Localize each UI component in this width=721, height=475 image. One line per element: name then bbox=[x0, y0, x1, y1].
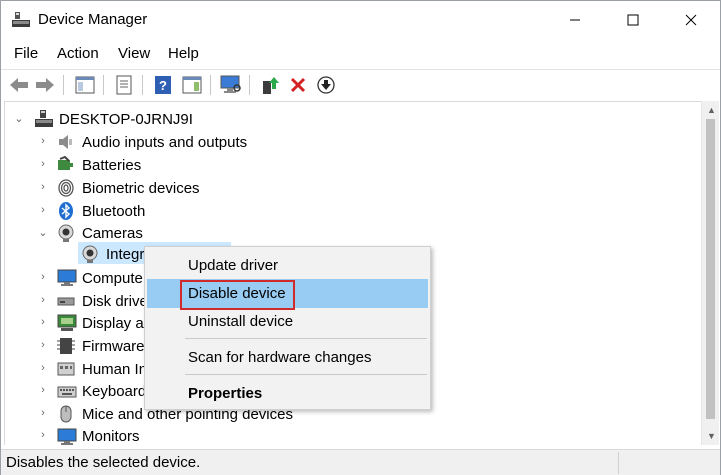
update-driver-icon[interactable] bbox=[258, 73, 282, 97]
annotation-highlight-box bbox=[180, 280, 295, 310]
ctx-separator bbox=[185, 338, 427, 339]
context-menu: Update driver Disable device Uninstall d… bbox=[144, 246, 431, 410]
webcam-icon bbox=[81, 245, 99, 263]
monitor-icon bbox=[57, 269, 77, 287]
status-text: Disables the selected device. bbox=[6, 454, 201, 471]
ctx-separator bbox=[185, 374, 427, 375]
tree-item-label[interactable]: Firmware bbox=[82, 338, 145, 355]
disk-drive-icon bbox=[57, 292, 75, 310]
chevron-down-icon[interactable]: ⌄ bbox=[13, 112, 25, 125]
toolbar-separator bbox=[142, 75, 143, 95]
menu-view[interactable]: View bbox=[118, 45, 150, 62]
uninstall-icon[interactable] bbox=[286, 73, 310, 97]
chevron-right-icon[interactable]: › bbox=[37, 384, 49, 396]
vertical-scrollbar[interactable]: ▲ ▼ bbox=[701, 101, 719, 445]
tree-item-label[interactable]: Disk drive bbox=[82, 293, 148, 310]
toolbar-separator bbox=[63, 75, 64, 95]
toolbar-separator bbox=[103, 75, 104, 95]
tree-item-label[interactable]: Monitors bbox=[82, 428, 140, 445]
ctx-uninstall-device[interactable]: Uninstall device bbox=[147, 307, 428, 336]
close-button[interactable] bbox=[668, 1, 714, 39]
status-divider bbox=[618, 452, 619, 474]
properties-icon[interactable] bbox=[112, 73, 136, 97]
back-arrow-icon[interactable] bbox=[7, 73, 31, 97]
ctx-scan-hardware[interactable]: Scan for hardware changes bbox=[147, 343, 428, 372]
action-pane-icon[interactable] bbox=[180, 73, 204, 97]
scroll-up-icon[interactable]: ▲ bbox=[707, 105, 716, 115]
show-hide-tree-icon[interactable] bbox=[73, 73, 97, 97]
menu-file[interactable]: File bbox=[14, 45, 38, 62]
tree-item-label[interactable]: Cameras bbox=[82, 225, 143, 242]
keyboard-icon bbox=[57, 383, 77, 401]
toolbar-separator bbox=[210, 75, 211, 95]
chevron-right-icon[interactable]: › bbox=[37, 158, 49, 170]
maximize-button[interactable] bbox=[610, 1, 656, 39]
chevron-right-icon[interactable]: › bbox=[37, 407, 49, 419]
tree-item-label[interactable]: Keyboard bbox=[82, 383, 146, 400]
tree-item-label[interactable]: Compute bbox=[82, 270, 143, 287]
ctx-properties[interactable]: Properties bbox=[147, 379, 428, 408]
tree-item-label[interactable]: Human In bbox=[82, 361, 147, 378]
toolbar-separator bbox=[249, 75, 250, 95]
minimize-button[interactable] bbox=[552, 1, 598, 39]
help-icon[interactable]: ? bbox=[151, 73, 175, 97]
menu-action[interactable]: Action bbox=[57, 45, 99, 62]
menu-help[interactable]: Help bbox=[168, 45, 199, 62]
chevron-right-icon[interactable]: › bbox=[37, 204, 49, 216]
disable-device-icon[interactable] bbox=[314, 73, 338, 97]
display-adapter-icon bbox=[57, 314, 77, 332]
forward-arrow-icon[interactable] bbox=[33, 73, 57, 97]
chevron-right-icon[interactable]: › bbox=[37, 316, 49, 328]
speaker-icon bbox=[57, 133, 75, 151]
svg-text:?: ? bbox=[159, 78, 167, 93]
monitor-icon bbox=[57, 428, 77, 445]
scan-hardware-icon[interactable] bbox=[219, 73, 243, 97]
chevron-right-icon[interactable]: › bbox=[37, 135, 49, 147]
chevron-right-icon[interactable]: › bbox=[37, 271, 49, 283]
bluetooth-icon bbox=[57, 202, 75, 220]
tree-root-label[interactable]: DESKTOP-0JRNJ9I bbox=[59, 111, 193, 128]
tree-item-label[interactable]: Biometric devices bbox=[82, 180, 200, 197]
chevron-right-icon[interactable]: › bbox=[37, 294, 49, 306]
chevron-right-icon[interactable]: › bbox=[37, 429, 49, 441]
ctx-update-driver[interactable]: Update driver bbox=[147, 251, 428, 280]
scrollbar-thumb[interactable] bbox=[706, 119, 715, 419]
title-bar: Device Manager bbox=[1, 1, 720, 39]
battery-icon bbox=[57, 155, 75, 174]
camera-icon bbox=[57, 224, 75, 242]
mouse-icon bbox=[57, 405, 75, 423]
chevron-down-icon[interactable]: ⌄ bbox=[37, 226, 49, 239]
toolbar: ? bbox=[1, 69, 720, 99]
tree-item-label[interactable]: Bluetooth bbox=[82, 203, 145, 220]
tree-item-label[interactable]: Batteries bbox=[82, 157, 141, 174]
chevron-right-icon[interactable]: › bbox=[37, 362, 49, 374]
chevron-right-icon[interactable]: › bbox=[37, 339, 49, 351]
scroll-down-icon[interactable]: ▼ bbox=[707, 431, 716, 441]
chevron-right-icon[interactable]: › bbox=[37, 181, 49, 193]
firmware-icon bbox=[57, 337, 75, 355]
device-manager-window: Device Manager File Action View Help ? ⌄… bbox=[0, 0, 721, 475]
tree-item-label[interactable]: Audio inputs and outputs bbox=[82, 134, 247, 151]
ctx-disable-device[interactable]: Disable device bbox=[147, 279, 428, 310]
hid-icon bbox=[57, 360, 75, 378]
tree-item-label[interactable]: Integr bbox=[106, 246, 144, 263]
fingerprint-icon bbox=[57, 179, 75, 197]
window-title: Device Manager bbox=[38, 11, 148, 28]
tree-item-label[interactable]: Display ad bbox=[82, 315, 152, 332]
device-manager-app-icon bbox=[12, 12, 30, 28]
menu-bar: File Action View Help bbox=[1, 41, 720, 69]
status-bar: Disables the selected device. bbox=[1, 449, 720, 475]
computer-icon bbox=[35, 110, 53, 128]
